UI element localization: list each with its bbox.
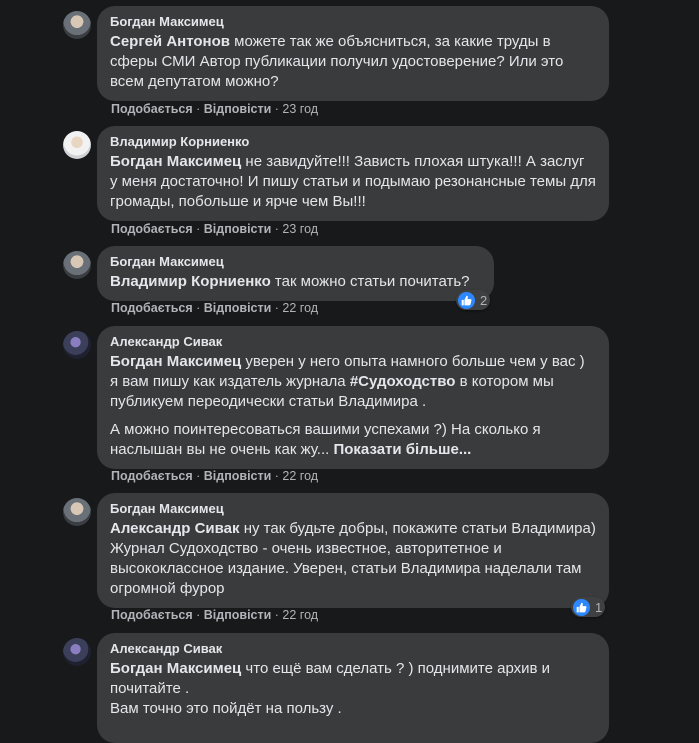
comment-bubble: Богдан Максимец Александр Сивак ну так б… (97, 493, 609, 608)
mention-link[interactable]: Сергей Антонов (110, 33, 230, 50)
comment-author[interactable]: Александр Сивак (110, 334, 596, 350)
reply-button[interactable]: Відповісти (204, 102, 272, 116)
comment-body: так можно статьи почитать? (270, 273, 470, 290)
comment-text: Владимир Корниенко так можно статьи почи… (110, 272, 481, 292)
avatar[interactable] (63, 251, 91, 279)
comment-text: Сергей Антонов можете так же объясниться… (110, 32, 596, 92)
avatar[interactable] (63, 638, 91, 666)
comment-time[interactable]: 22 год (282, 301, 318, 315)
comment-time[interactable]: 22 год (282, 608, 318, 622)
reply-button[interactable]: Відповісти (204, 301, 272, 315)
separator: · (192, 301, 204, 315)
comment-bubble: Александр Сивак Богдан Максимец что ещё … (97, 633, 609, 743)
mention-link[interactable]: Богдан Максимец (110, 153, 241, 170)
comment-author[interactable]: Александр Сивак (110, 641, 596, 657)
like-button[interactable]: Подобається (111, 102, 193, 116)
comment-actions: Подобається · Відповісти · 22 год (111, 608, 318, 622)
reaction-count[interactable]: 2 (456, 290, 491, 310)
see-more-link[interactable]: Показати більше... (333, 441, 471, 458)
separator: · (192, 469, 204, 483)
like-button[interactable]: Подобається (111, 222, 193, 236)
separator: · (271, 222, 283, 236)
comment-text-paragraph: А можно поинтересоваться вашими успехами… (110, 420, 596, 460)
separator: · (271, 608, 283, 622)
comment-bubble: Александр Сивак Богдан Максимец уверен у… (97, 326, 609, 469)
reply-button[interactable]: Відповісти (204, 608, 272, 622)
comment-actions: Подобається · Відповісти · 22 год (111, 301, 318, 315)
comment-text-line: Вам точно это пойдёт на пользу . (110, 700, 342, 717)
comment-text: Александр Сивак ну так будьте добры, пок… (110, 519, 596, 599)
comment-bubble: Богдан Максимец Владимир Корниенко так м… (97, 246, 494, 301)
comment-author[interactable]: Богдан Максимец (110, 254, 481, 270)
like-button[interactable]: Подобається (111, 301, 193, 315)
separator: · (271, 469, 283, 483)
avatar[interactable] (63, 131, 91, 159)
reaction-number: 2 (480, 292, 488, 308)
comment-actions: Подобається · Відповісти · 22 год (111, 469, 318, 483)
comment-author[interactable]: Владимир Корниенко (110, 134, 596, 150)
comment-text: Богдан Максимец уверен у него опыта намн… (110, 352, 596, 412)
like-icon (458, 291, 475, 309)
reaction-count[interactable]: 1 (571, 597, 606, 617)
comment-author[interactable]: Богдан Максимец (110, 14, 596, 30)
comment-actions: Подобається · Відповісти · 23 год (111, 222, 318, 236)
mention-link[interactable]: Владимир Корниенко (110, 273, 271, 290)
mention-link[interactable]: Богдан Максимец (110, 353, 241, 370)
avatar[interactable] (63, 331, 91, 359)
comment-time[interactable]: 23 год (282, 102, 318, 116)
separator: · (192, 222, 204, 236)
avatar[interactable] (63, 498, 91, 526)
like-button[interactable]: Подобається (111, 608, 193, 622)
comment-text: Богдан Максимец что ещё вам сделать ? ) … (110, 659, 596, 699)
comment-time[interactable]: 23 год (282, 222, 318, 236)
separator: · (192, 102, 204, 116)
comment-body: А можно поинтересоваться вашими успехами… (110, 421, 541, 458)
reply-button[interactable]: Відповісти (204, 469, 272, 483)
comment-text: Богдан Максимец не завидуйте!!! Зависть … (110, 152, 596, 212)
mention-link[interactable]: Александр Сивак (110, 520, 240, 537)
avatar[interactable] (63, 11, 91, 39)
like-button[interactable]: Подобається (111, 469, 193, 483)
hashtag-link[interactable]: #Судоходство (350, 373, 456, 390)
separator: · (192, 608, 204, 622)
comment-bubble: Богдан Максимец Сергей Антонов можете та… (97, 6, 609, 101)
comment-author[interactable]: Богдан Максимец (110, 501, 596, 517)
mention-link[interactable]: Богдан Максимец (110, 660, 241, 677)
separator: · (271, 102, 283, 116)
reaction-number: 1 (595, 599, 603, 615)
comment-time[interactable]: 22 год (282, 469, 318, 483)
reply-button[interactable]: Відповісти (204, 222, 272, 236)
like-icon (573, 598, 590, 616)
comment-actions: Подобається · Відповісти · 23 год (111, 102, 318, 116)
separator: · (271, 301, 283, 315)
comment-bubble: Владимир Корниенко Богдан Максимец не за… (97, 126, 609, 221)
